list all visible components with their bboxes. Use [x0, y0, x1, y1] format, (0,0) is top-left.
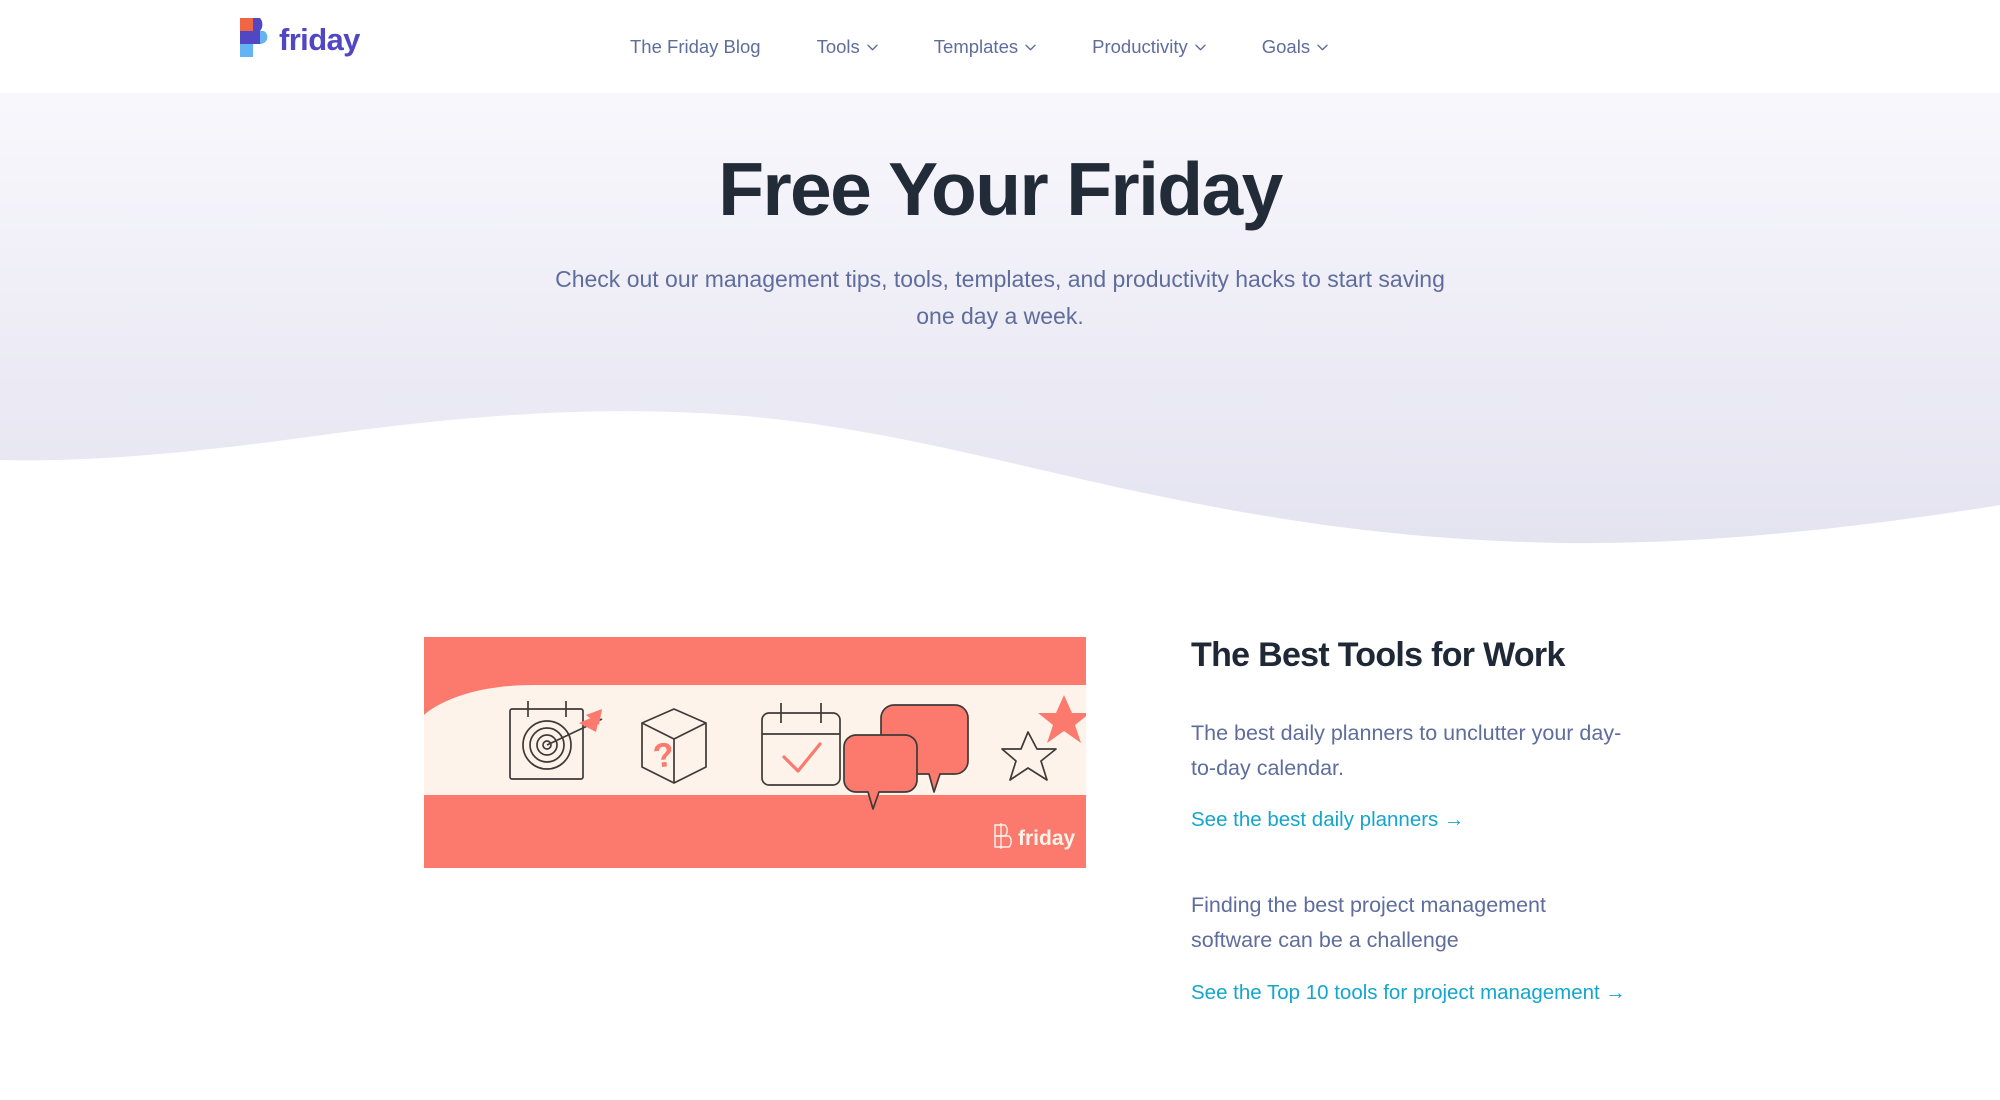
main-navigation: The Friday Blog Tools Templates Producti…	[630, 0, 1328, 93]
page-title: Free Your Friday	[718, 147, 1283, 231]
nav-label: Templates	[933, 35, 1019, 57]
hero-subtitle: Check out our management tips, tools, te…	[555, 265, 1445, 329]
feature-title: The Best Tools for Work	[1191, 636, 1565, 674]
svg-text:friday: friday	[1018, 827, 1076, 850]
nav-item-goals[interactable]: Goals	[1262, 36, 1328, 58]
site-header: friday The Friday Blog Tools Templates P…	[0, 0, 2000, 93]
nav-label: The Friday Blog	[630, 35, 761, 57]
feature-paragraph-2: Finding the best project management soft…	[1191, 893, 1546, 952]
chevron-down-icon	[867, 44, 878, 51]
nav-item-the-friday-blog[interactable]: The Friday Blog	[630, 36, 761, 58]
nav-label: Goals	[1261, 35, 1311, 57]
link-best-daily-planners[interactable]: See the best daily planners →	[1191, 806, 1465, 835]
nav-label: Tools	[816, 35, 860, 57]
chevron-down-icon	[1317, 44, 1328, 51]
site-logo[interactable]: friday	[236, 17, 360, 59]
feature-text-column: The Best Tools for Work The best daily p…	[1191, 635, 1751, 1007]
site-logo-text: friday	[279, 21, 360, 57]
link-top-10-project-management-tools[interactable]: See the Top 10 tools for project managem…	[1191, 979, 1626, 1008]
chevron-down-icon	[1025, 44, 1036, 51]
nav-label: Productivity	[1092, 35, 1188, 57]
nav-item-tools[interactable]: Tools	[817, 36, 878, 58]
nav-item-productivity[interactable]: Productivity	[1092, 36, 1206, 58]
hero-section: Free Your Friday Check out our managemen…	[0, 93, 2000, 335]
nav-item-templates[interactable]: Templates	[934, 36, 1036, 58]
chevron-down-icon	[1195, 44, 1206, 51]
best-tools-illustration-card[interactable]: ? friday	[424, 637, 1086, 868]
feature-paragraph-1: The best daily planners to unclutter you…	[1191, 720, 1622, 780]
feature-row: ? friday The Best Tools for Work The bes…	[0, 560, 2000, 1004]
friday-f-logo-icon	[236, 17, 270, 59]
content-section: ? friday The Best Tools for Work The bes…	[0, 560, 2000, 1004]
